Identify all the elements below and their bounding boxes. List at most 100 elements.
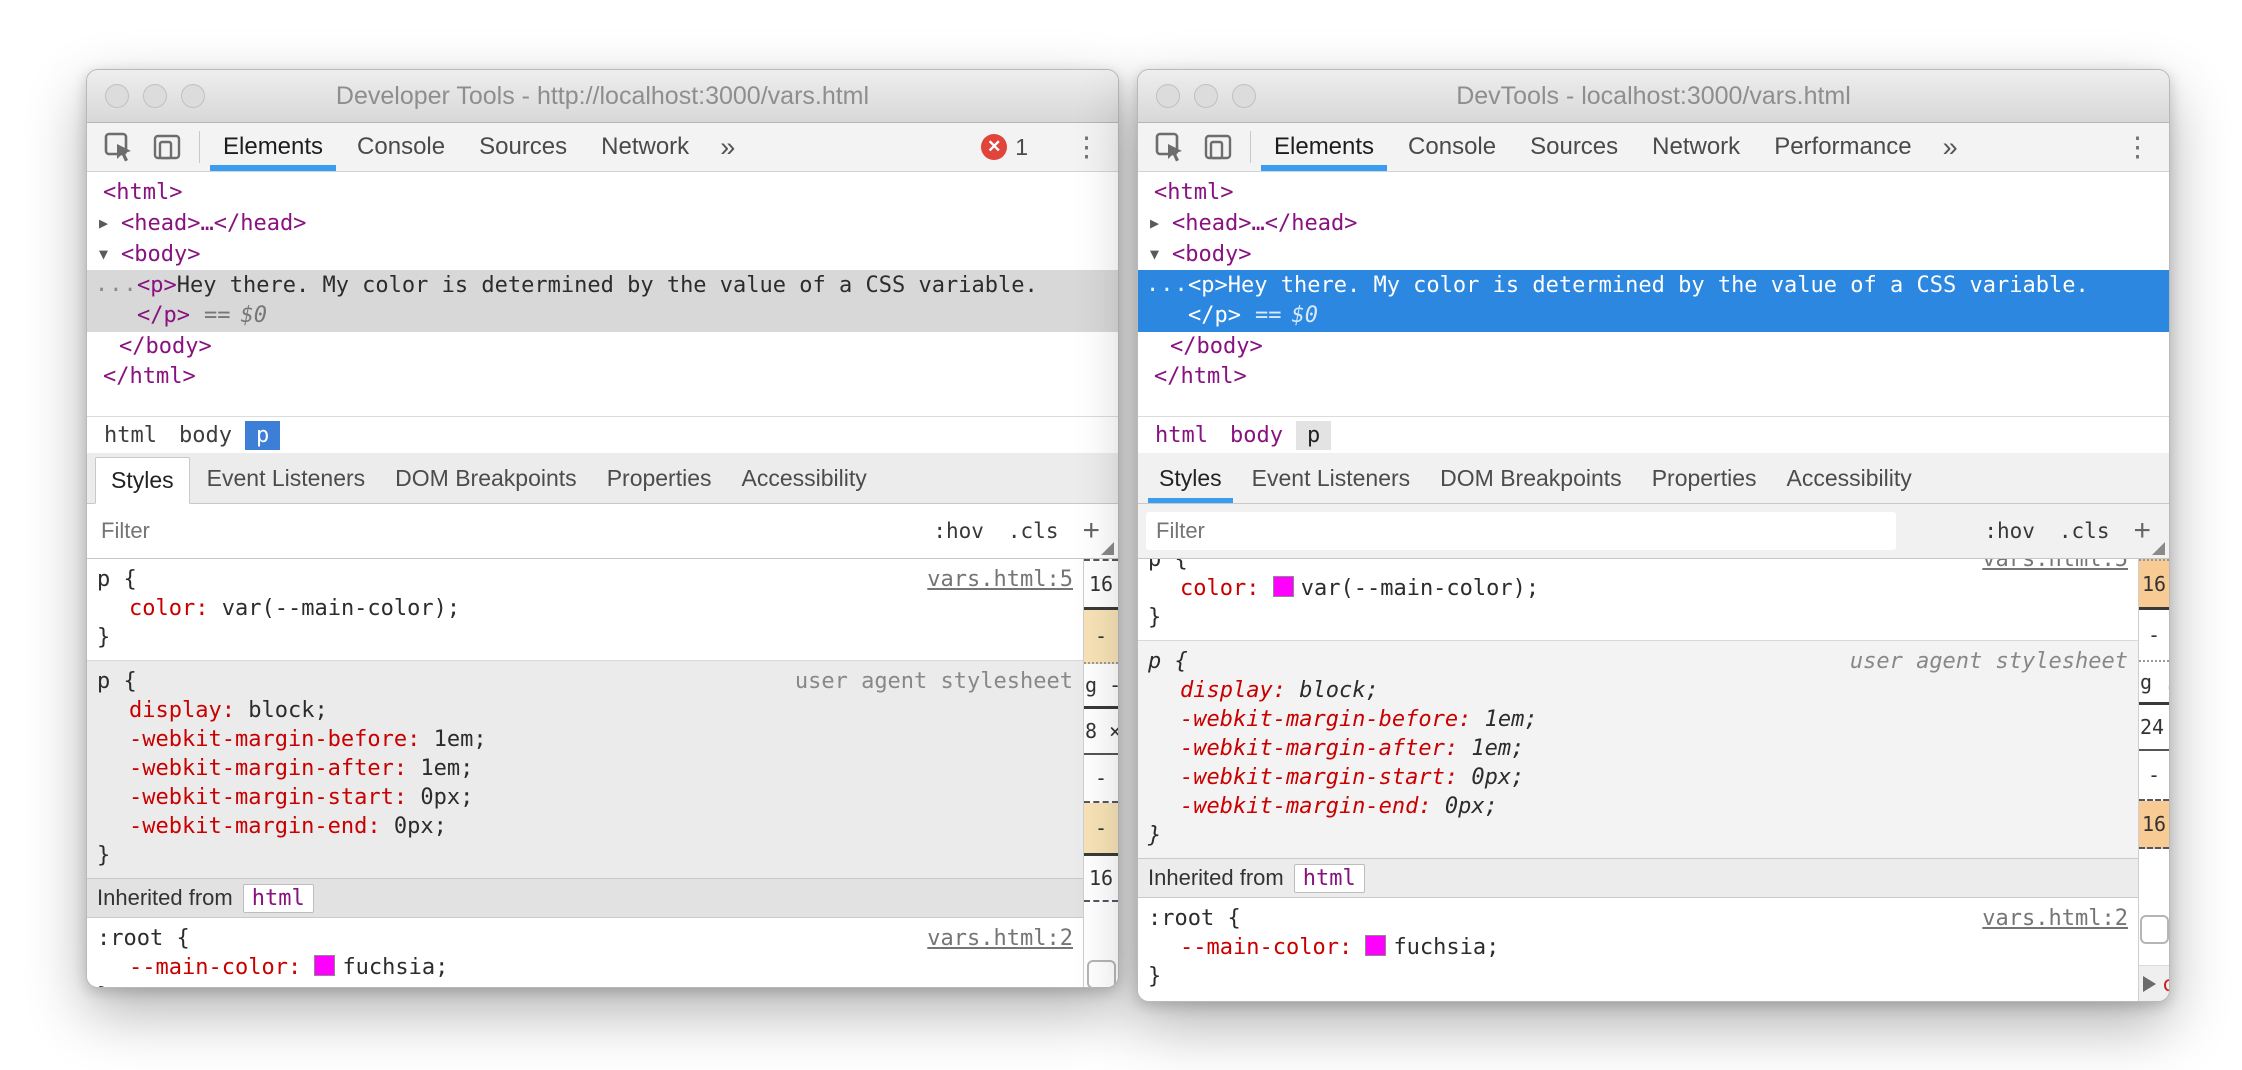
device-toolbar-icon[interactable] [151,131,183,163]
resize-grip-icon[interactable] [2152,542,2165,555]
device-toolbar-icon[interactable] [1202,131,1234,163]
toggle-class-button[interactable]: .cls [1008,519,1059,543]
tab-elements[interactable]: Elements [206,123,340,171]
dom-node-body-open[interactable]: ▼<body> [87,239,1118,270]
tab-network[interactable]: Network [584,123,706,171]
tab-elements[interactable]: Elements [1257,123,1391,171]
filter-input[interactable] [87,518,933,544]
dom-node-p-selected[interactable]: ... <p>Hey there. My color is determined… [87,270,1118,332]
overflow-gutter-icon[interactable]: ... [95,270,138,300]
computed-property-row[interactable]: c [2139,965,2169,1001]
breadcrumb-p-selected[interactable]: p [1296,421,1331,450]
rule-selector: p { [97,567,137,592]
close-window-button[interactable] [105,84,129,108]
breadcrumb-body[interactable]: body [1219,421,1294,450]
tab-console[interactable]: Console [340,123,462,171]
inspect-element-icon[interactable] [103,131,135,163]
close-window-button[interactable] [1156,84,1180,108]
dom-node-body-open[interactable]: ▼<body> [1138,239,2169,270]
tab-accessibility[interactable]: Accessibility [727,453,882,503]
dom-node-p-selected[interactable]: ... <p>Hey there. My color is determined… [1138,270,2169,332]
dom-node-html-open[interactable]: <html> [87,178,1118,208]
minimize-window-button[interactable] [1194,84,1218,108]
tab-accessibility[interactable]: Accessibility [1772,453,1927,503]
kebab-menu-icon[interactable]: ⋮ [1055,132,1118,163]
collapse-arrow-icon[interactable]: ▼ [1150,239,1172,269]
stylesheet-link[interactable]: vars.html:5 [1982,559,2128,574]
window-title: Developer Tools - http://localhost:3000/… [336,82,869,111]
tab-console[interactable]: Console [1391,123,1513,171]
inspect-element-icon[interactable] [1154,131,1186,163]
color-swatch-icon[interactable] [1273,576,1294,597]
tab-dom-breakpoints[interactable]: DOM Breakpoints [380,453,592,503]
stylesheet-link[interactable]: vars.html:2 [1982,904,2128,933]
tab-event-listeners[interactable]: Event Listeners [1237,453,1426,503]
tab-sources[interactable]: Sources [462,123,584,171]
disclosure-arrow-icon[interactable] [2143,976,2156,992]
tab-dom-breakpoints[interactable]: DOM Breakpoints [1425,453,1637,503]
stylesheet-link[interactable]: vars.html:2 [927,924,1073,953]
dom-node-body-close[interactable]: </body> [87,332,1118,362]
tab-properties[interactable]: Properties [1637,453,1772,503]
css-rule-p-user-agent[interactable]: p {user agent stylesheet display: block;… [1138,640,2138,858]
resize-grip-icon[interactable] [1101,542,1114,555]
overflow-gutter-icon[interactable]: ... [1146,270,1189,300]
breadcrumb-p-selected[interactable]: p [245,421,280,450]
dom-node-html-close[interactable]: </html> [1138,362,2169,392]
css-rule-root[interactable]: :root {vars.html:2 --main-color: fuchsia… [1138,898,2138,999]
dom-node-html-close[interactable]: </html> [87,362,1118,392]
tab-properties[interactable]: Properties [592,453,727,503]
tab-event-listeners[interactable]: Event Listeners [192,453,381,503]
breadcrumb: html body p [87,417,1118,453]
zoom-window-button[interactable] [181,84,205,108]
breadcrumb-html[interactable]: html [93,421,168,450]
traffic-lights [105,70,205,122]
expand-arrow-icon[interactable]: ▶ [1150,208,1172,238]
expand-arrow-icon[interactable]: ▶ [99,208,121,238]
breadcrumb-body[interactable]: body [168,421,243,450]
tab-sources[interactable]: Sources [1513,123,1635,171]
devtools-toolbar: Elements Console Sources Network Perform… [1138,123,2169,172]
color-swatch-icon[interactable] [1365,935,1386,956]
dom-node-html-open[interactable]: <html> [1138,178,2169,208]
more-tabs-chevron-icon[interactable]: » [1929,123,1972,171]
css-rule-p-authored[interactable]: p {vars.html:5 color: var(--main-color);… [87,559,1083,660]
window-title: DevTools - localhost:3000/vars.html [1456,82,1851,111]
dom-node-body-close[interactable]: </body> [1138,332,2169,362]
dom-node-head[interactable]: ▶<head>…</head> [1138,208,2169,239]
toggle-hover-state-button[interactable]: :hov [933,519,984,543]
dom-node-head[interactable]: ▶<head>…</head> [87,208,1118,239]
rule-selector: p { [1148,559,1188,572]
checkbox[interactable] [1087,960,1116,988]
inherited-chip-html[interactable]: html [243,884,314,913]
css-rule-p-authored[interactable]: p {vars.html:5 color: var(--main-color);… [1138,559,2138,640]
checkbox[interactable] [2140,915,2169,944]
styles-filter-bar: :hov .cls + [87,504,1118,559]
filter-input[interactable] [1146,512,1896,550]
tab-styles[interactable]: Styles [95,457,190,504]
css-rule-root[interactable]: :root {vars.html:2 --main-color: fuchsia… [87,918,1083,987]
collapse-arrow-icon[interactable]: ▼ [99,239,121,269]
styles-pane: p {vars.html:5 color: var(--main-color);… [87,559,1118,987]
box-model-margin-value: 16 [1084,559,1118,610]
tab-performance[interactable]: Performance [1757,123,1928,171]
minimize-window-button[interactable] [143,84,167,108]
new-style-rule-button[interactable]: + [1082,514,1100,548]
color-swatch-icon[interactable] [314,955,335,976]
toggle-hover-state-button[interactable]: :hov [1984,519,2035,543]
tab-network[interactable]: Network [1635,123,1757,171]
more-tabs-chevron-icon[interactable]: » [706,123,749,171]
box-model-margin-value: 16 [2139,559,2169,610]
stylesheet-link[interactable]: vars.html:5 [927,565,1073,594]
inherited-chip-html[interactable]: html [1294,864,1365,893]
breadcrumb-html[interactable]: html [1144,421,1219,450]
css-rule-p-user-agent[interactable]: p {user agent stylesheet display: block;… [87,660,1083,878]
new-style-rule-button[interactable]: + [2133,514,2151,548]
kebab-menu-icon[interactable]: ⋮ [2106,132,2169,163]
tab-styles[interactable]: Styles [1144,453,1237,503]
inherited-from-header: Inherited from html [87,878,1083,918]
zoom-window-button[interactable] [1232,84,1256,108]
box-model-strip-cutoff: 16 - g . 24 x - 16 c c [2139,559,2169,1001]
error-badge-icon[interactable]: ✕ [981,134,1007,160]
toggle-class-button[interactable]: .cls [2059,519,2110,543]
